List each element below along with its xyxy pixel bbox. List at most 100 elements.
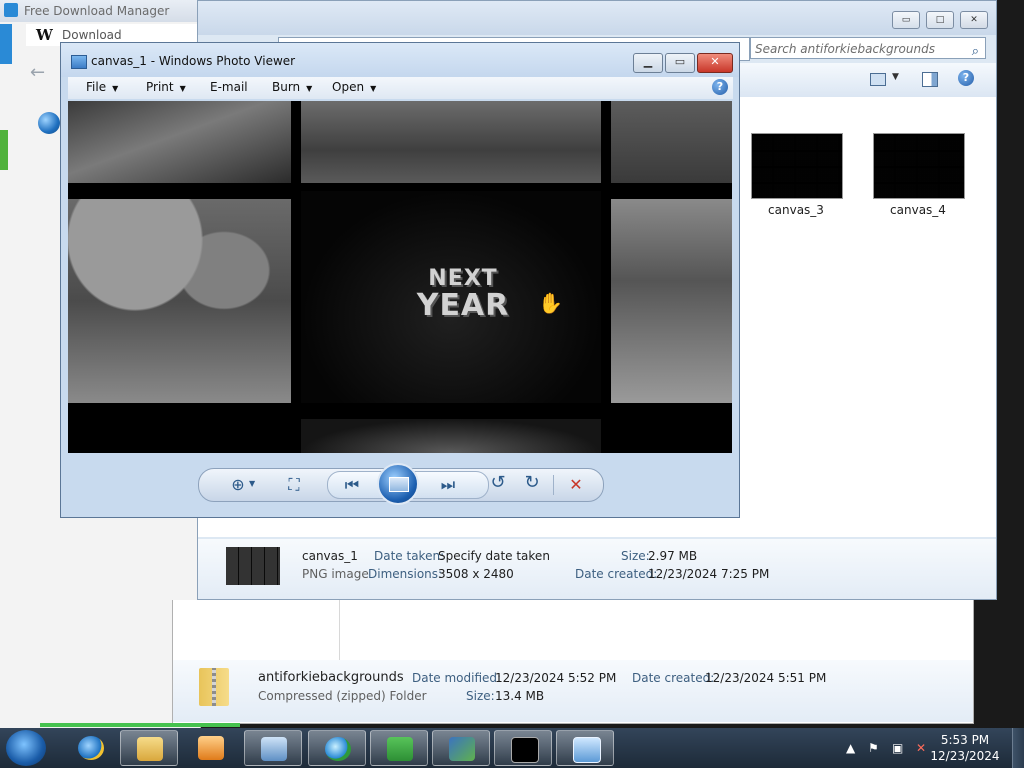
details-pane: canvas_1 PNG image Date taken: Specify d… [198, 539, 996, 599]
explorer-close-button[interactable]: ✕ [960, 11, 988, 29]
slideshow-button[interactable] [377, 463, 419, 505]
rotate-ccw-icon[interactable]: ↺ [485, 472, 511, 493]
zip-size-value: 13.4 MB [495, 689, 545, 703]
internet-explorer-icon [78, 736, 104, 760]
zip-file-name: antiforkiebackgrounds [258, 670, 404, 685]
explorer-minimize-button[interactable]: ▭ [892, 11, 920, 29]
fdm-app-icon [4, 3, 18, 17]
fdm-side-accent-green [0, 130, 8, 170]
fdm-title: Free Download Manager [24, 4, 170, 18]
viewer-title-bar[interactable]: canvas_1 - Windows Photo Viewer ▁ ▭ ✕ [61, 43, 739, 77]
thumbnail-label[interactable]: canvas_4 [863, 203, 973, 217]
aero-logo: W [36, 26, 53, 44]
network-icon[interactable]: ▣ [892, 741, 903, 755]
command-prompt-icon [511, 737, 539, 763]
controls-divider [553, 475, 554, 495]
fdm-icon [387, 737, 413, 761]
show-desktop-button[interactable] [1012, 728, 1024, 768]
views-dropdown-icon[interactable]: ▼ [892, 72, 899, 82]
preview-pane-icon[interactable] [922, 72, 938, 87]
image-caption-line2: YEAR [416, 288, 510, 323]
previous-icon[interactable]: ⏮ [337, 475, 367, 495]
viewer-maximize-button[interactable]: ▭ [665, 53, 695, 73]
viewer-minimize-button[interactable]: ▁ [633, 53, 663, 73]
explorer-help-icon[interactable]: ? [958, 70, 974, 86]
progress-accent-line [40, 723, 240, 727]
zip-date-created-value: 12/23/2024 5:51 PM [705, 671, 827, 685]
chevron-down-icon: ▼ [112, 84, 119, 93]
start-button[interactable] [6, 730, 46, 766]
explorer-maximize-button[interactable]: □ [926, 11, 954, 29]
thumbnail-canvas-3[interactable] [751, 133, 843, 199]
viewer-close-button[interactable]: ✕ [697, 53, 733, 73]
zoom-icon[interactable]: ⊕ [225, 475, 251, 494]
back-arrow-icon[interactable]: ← [30, 62, 45, 83]
taskbar-cmd[interactable] [494, 730, 552, 766]
zoom-dropdown-icon[interactable]: ▼ [249, 479, 255, 488]
next-icon[interactable]: ⏭ [433, 475, 463, 495]
thumbnail-canvas-4[interactable] [873, 133, 965, 199]
clock-date: 12/23/2024 [930, 749, 1000, 763]
show-hidden-icons-icon[interactable]: ▲ [846, 741, 855, 755]
search-input[interactable]: Search antiforkiebackgrounds ⌕ [750, 37, 986, 59]
actual-size-icon[interactable]: ⛶ [281, 475, 307, 495]
photo-viewer-window: canvas_1 - Windows Photo Viewer ▁ ▭ ✕ Fi… [60, 42, 740, 518]
media-player-icon [198, 736, 224, 760]
taskbar-fdm[interactable] [370, 730, 428, 766]
date-modified-label: Date modified: [412, 671, 502, 685]
thumbnail-label[interactable]: canvas_3 [741, 203, 851, 217]
size-value: 2.97 MB [648, 549, 698, 563]
chevron-down-icon: ▼ [306, 84, 313, 93]
menu-file-label: File [86, 80, 107, 94]
date-taken-label: Date taken: [374, 549, 445, 563]
menu-email-label: E-mail [210, 80, 248, 94]
monitor-icon [449, 737, 475, 761]
menu-print[interactable]: Print ▼ [146, 80, 186, 94]
details-file-name: canvas_1 [302, 549, 358, 563]
photo-tile [301, 101, 601, 183]
menu-open-label: Open [332, 80, 365, 94]
taskbar-ie[interactable] [62, 730, 120, 766]
photo-tile [68, 101, 291, 183]
views-icon[interactable] [870, 73, 886, 86]
fdm-side-accent [0, 24, 12, 64]
taskbar-paint[interactable] [432, 730, 490, 766]
photo-canvas[interactable]: NEXT YEAR ✋ [68, 101, 732, 453]
taskbar-clock[interactable]: 5:53 PM 12/23/2024 [930, 732, 1000, 764]
globe-icon [325, 737, 351, 761]
details-file-type: PNG image [302, 567, 369, 581]
zip-size-label: Size: [466, 689, 495, 703]
photo-tile [611, 199, 732, 403]
taskbar-explorer[interactable] [120, 730, 178, 766]
action-center-flag-icon[interactable]: ⚑ [868, 741, 879, 755]
taskbar-aerorainbow[interactable] [308, 730, 366, 766]
dimensions-value: 3508 x 2480 [438, 567, 514, 581]
menu-print-label: Print [146, 80, 174, 94]
chevron-down-icon: ▼ [179, 84, 186, 93]
hand-cursor-icon: ✋ [538, 291, 563, 315]
explorer-title-bar: ▭ □ ✕ [198, 1, 996, 35]
taskbar-media-player[interactable] [182, 730, 240, 766]
photo-tile [611, 101, 732, 183]
date-created-value: 12/23/2024 7:25 PM [648, 567, 770, 581]
help-icon[interactable]: ? [712, 79, 728, 95]
photo-viewer-icon [573, 737, 601, 763]
date-modified-value: 12/23/2024 5:52 PM [495, 671, 617, 685]
viewer-menu-bar: File ▼ Print ▼ E-mail Burn ▼ Open ▼ ? [68, 77, 733, 99]
taskbar-photo-viewer[interactable] [556, 730, 614, 766]
volume-muted-icon[interactable]: ✕ [916, 741, 926, 755]
globe-icon[interactable] [38, 112, 60, 134]
menu-email[interactable]: E-mail [210, 80, 248, 94]
clock-time: 5:53 PM [940, 733, 990, 747]
folder-icon [137, 737, 163, 761]
menu-open[interactable]: Open ▼ [332, 80, 376, 94]
delete-icon[interactable]: ✕ [563, 475, 589, 494]
menu-file[interactable]: File ▼ [86, 80, 118, 94]
rotate-cw-icon[interactable]: ↻ [519, 472, 545, 493]
search-icon[interactable]: ⌕ [972, 41, 979, 63]
taskbar-control-panel[interactable] [244, 730, 302, 766]
date-created-label: Date created: [575, 567, 658, 581]
date-taken-value[interactable]: Specify date taken [438, 549, 550, 563]
photo-tile [301, 419, 601, 453]
menu-burn[interactable]: Burn ▼ [272, 80, 312, 94]
